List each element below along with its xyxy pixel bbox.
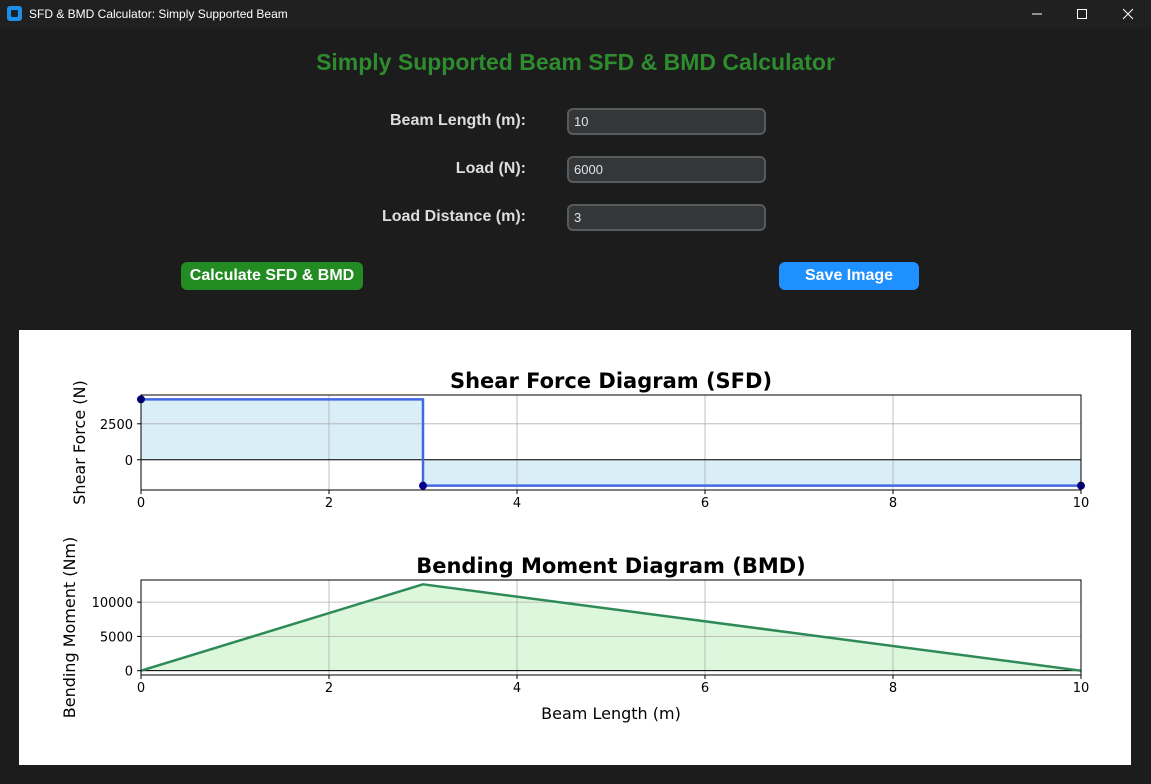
sfd-x-tick-label: 2 xyxy=(325,496,333,511)
load-input[interactable] xyxy=(567,156,766,183)
bmd-x-tick-label: 8 xyxy=(889,681,897,696)
beam-length-label: Beam Length (m): xyxy=(390,112,526,129)
sfd-y-tick-label: 2500 xyxy=(100,418,133,433)
bmd-x-tick-label: 2 xyxy=(325,681,333,696)
save-image-button[interactable]: Save Image xyxy=(779,262,919,290)
load-distance-input[interactable] xyxy=(567,204,766,231)
window-title: SFD & BMD Calculator: Simply Supported B… xyxy=(29,7,288,21)
sfd-data-point xyxy=(419,481,427,490)
close-icon xyxy=(1122,8,1134,20)
maximize-button[interactable] xyxy=(1059,0,1105,28)
beam-length-input[interactable] xyxy=(567,108,766,135)
sfd-x-tick-label: 0 xyxy=(137,496,145,511)
sfd-x-tick-label: 6 xyxy=(701,496,709,511)
plot-canvas: 0 2 4 6 8 10 0 2500 Shear Force Diagram (SFD) She… xyxy=(19,330,1131,765)
load-label: Load (N): xyxy=(455,160,526,177)
app-window: SFD & BMD Calculator: Simply Supported B… xyxy=(0,0,1151,784)
bmd-x-tick-label: 6 xyxy=(701,681,709,696)
sfd-fill-area xyxy=(141,399,1081,486)
sfd-x-tick-label: 10 xyxy=(1073,496,1090,511)
bmd-x-axis-label: Beam Length (m) xyxy=(541,704,681,723)
minimize-button[interactable] xyxy=(1014,0,1060,28)
sfd-y-axis-label: Shear Force (N) xyxy=(70,380,89,504)
bmd-x-tick-label: 10 xyxy=(1073,681,1090,696)
bmd-chart-title: Bending Moment Diagram (BMD) xyxy=(416,554,806,578)
close-button[interactable] xyxy=(1105,0,1151,28)
load-distance-label: Load Distance (m): xyxy=(381,208,526,225)
title-bar: SFD & BMD Calculator: Simply Supported B… xyxy=(0,0,1151,28)
minimize-icon xyxy=(1032,13,1042,15)
bmd-y-tick-label: 5000 xyxy=(100,630,133,645)
sfd-x-tick-label: 8 xyxy=(889,496,897,511)
bmd-y-tick-label: 10000 xyxy=(92,596,133,611)
bmd-y-axis-label: Bending Moment (Nm) xyxy=(60,537,79,719)
sfd-x-tick-label: 4 xyxy=(513,496,521,511)
maximize-icon xyxy=(1077,9,1087,19)
charts-svg: 0 2 4 6 8 10 0 2500 Shear Force Diagram (SFD) She… xyxy=(60,369,1090,723)
app-icon xyxy=(7,6,22,21)
sfd-y-tick-label: 0 xyxy=(125,454,133,469)
calculate-button[interactable]: Calculate SFD & BMD xyxy=(181,262,363,290)
bmd-y-tick-label: 0 xyxy=(125,665,133,680)
bmd-x-tick-label: 4 xyxy=(513,681,521,696)
app-heading: Simply Supported Beam SFD & BMD Calculat… xyxy=(316,49,835,75)
bmd-x-tick-label: 0 xyxy=(137,681,145,696)
sfd-chart-title: Shear Force Diagram (SFD) xyxy=(450,369,772,393)
